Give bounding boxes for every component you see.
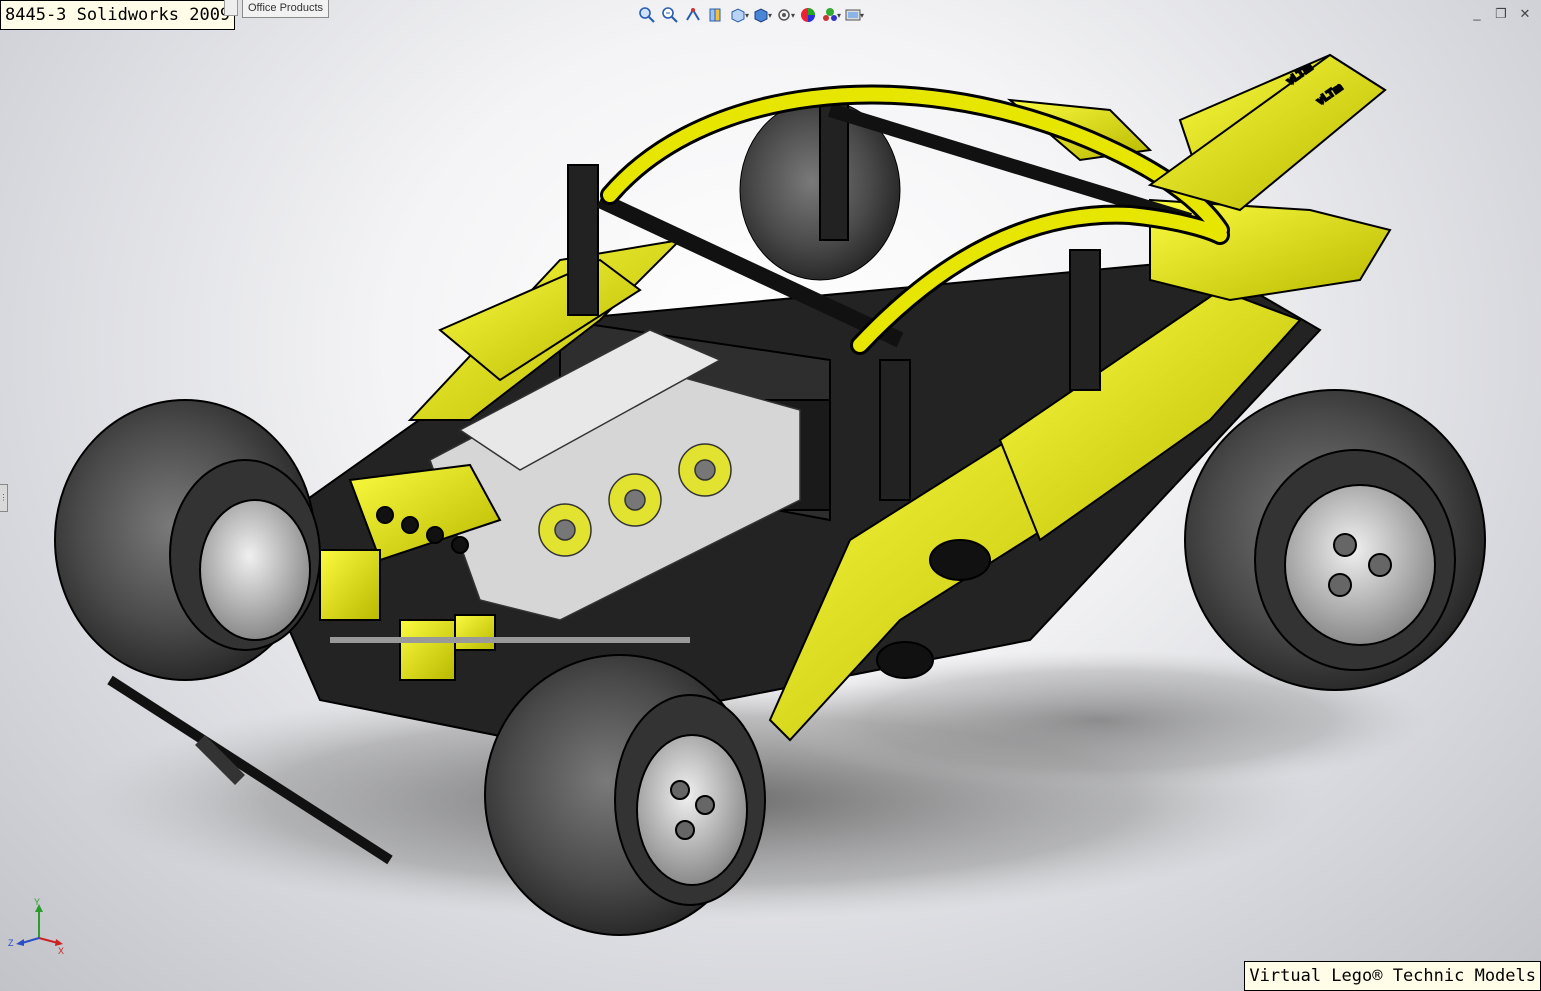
credit-label: Virtual Lego® Technic Models <box>1244 961 1541 991</box>
x-axis-label: X <box>58 946 64 956</box>
apply-scene-icon[interactable]: ▾ <box>821 5 841 25</box>
car-3d-model[interactable]: vLTm vLTm <box>0 0 1541 991</box>
zoom-area-icon[interactable] <box>660 5 680 25</box>
y-axis-label: Y <box>34 898 40 907</box>
z-axis-line <box>21 937 40 944</box>
grip-icon: ⋮ <box>0 493 8 502</box>
tab-previous[interactable] <box>224 0 238 16</box>
front-left-wheel <box>54 399 321 681</box>
z-axis-arrow <box>16 939 24 946</box>
close-icon[interactable]: ✕ <box>1517 6 1533 22</box>
x-axis-arrow <box>55 939 63 946</box>
x-axis-line <box>38 937 59 944</box>
panel-expand-handle[interactable]: ⋮ <box>0 484 8 512</box>
minimize-icon[interactable]: _ <box>1469 6 1485 22</box>
previous-view-icon[interactable] <box>683 5 703 25</box>
tab-office-products[interactable]: Office Products <box>242 0 329 18</box>
restore-icon[interactable]: ❐ <box>1493 6 1509 22</box>
hide-show-items-icon[interactable]: ▾ <box>775 5 795 25</box>
view-settings-icon[interactable]: ▾ <box>844 5 864 25</box>
section-view-icon[interactable] <box>706 5 726 25</box>
z-axis-label: Z <box>8 938 14 948</box>
reference-triad: Y X Z <box>8 898 64 956</box>
graphics-viewport[interactable]: vLTm vLTm 8445-3 Solidworks 2009 Office … <box>0 0 1541 991</box>
heads-up-view-toolbar: ▾ ▾ ▾ ▾ ▾ <box>637 4 864 26</box>
model-title-label: 8445-3 Solidworks 2009 <box>0 0 236 30</box>
zoom-to-fit-icon[interactable] <box>637 5 657 25</box>
edit-appearance-icon[interactable] <box>798 5 818 25</box>
display-style-icon[interactable]: ▾ <box>752 5 772 25</box>
view-orientation-icon[interactable]: ▾ <box>729 5 749 25</box>
rear-right-wheel <box>1184 389 1486 691</box>
window-controls: _ ❐ ✕ <box>1469 6 1533 22</box>
